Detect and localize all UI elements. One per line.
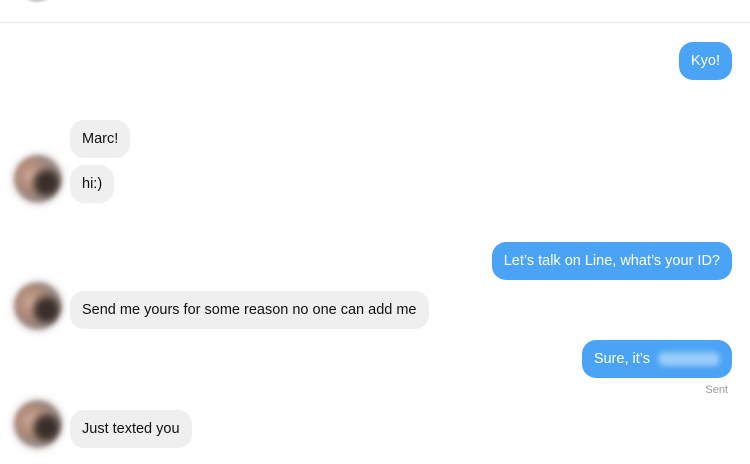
message-bubble-outgoing[interactable]: Kyo! bbox=[678, 42, 732, 80]
message-bubble-outgoing[interactable]: Let’s talk on Line, what’s your ID? bbox=[491, 242, 732, 280]
message-text: Let’s talk on Line, what’s your ID? bbox=[503, 253, 720, 269]
message-text: hi:) bbox=[82, 176, 103, 192]
message-text: Marc! bbox=[82, 131, 119, 147]
message-bubble-incoming[interactable]: Just texted you bbox=[70, 410, 192, 448]
contact-avatar[interactable] bbox=[14, 282, 62, 330]
contact-avatar[interactable] bbox=[14, 155, 62, 203]
conversation-header bbox=[0, 0, 750, 23]
message-text: Kyo! bbox=[690, 53, 720, 69]
header-avatar[interactable] bbox=[17, 0, 57, 2]
message-bubble-incoming[interactable]: Marc! bbox=[70, 120, 131, 158]
redacted-id bbox=[658, 352, 720, 367]
message-bubble-incoming[interactable]: Send me yours for some reason no one can… bbox=[70, 291, 429, 329]
message-bubble-incoming[interactable]: hi:) bbox=[70, 165, 115, 203]
message-text: Sure, it’s bbox=[593, 351, 650, 367]
message-bubble-outgoing[interactable]: Sure, it’s bbox=[581, 340, 732, 378]
message-text: Send me yours for some reason no one can… bbox=[82, 302, 417, 318]
contact-avatar[interactable] bbox=[14, 400, 62, 448]
message-status: Sent bbox=[705, 384, 728, 396]
message-text: Just texted you bbox=[82, 421, 180, 437]
chat-screen: Kyo! Marc! hi:) Let’s talk on Line, what… bbox=[0, 0, 750, 464]
